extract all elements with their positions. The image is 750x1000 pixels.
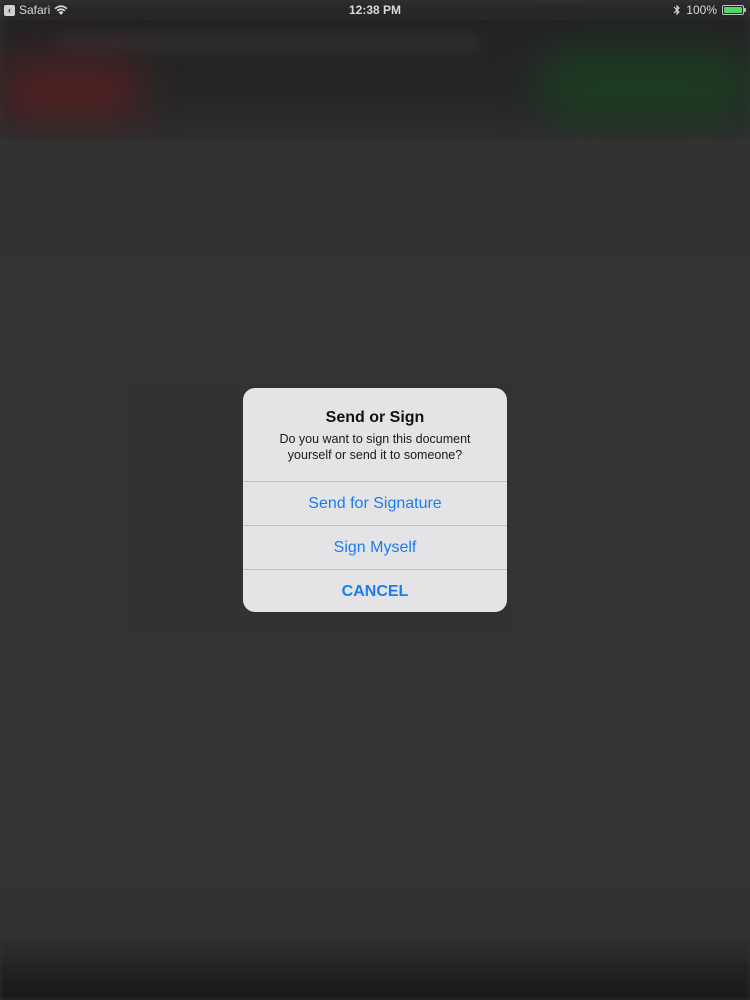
send-for-signature-button[interactable]: Send for Signature <box>243 481 507 525</box>
battery-icon <box>722 5 746 15</box>
status-time: 12:38 PM <box>348 3 402 17</box>
alert-body: Send or Sign Do you want to sign this do… <box>243 388 507 481</box>
alert-title: Send or Sign <box>325 409 425 426</box>
sign-myself-button[interactable]: Sign Myself <box>243 525 507 569</box>
cancel-button[interactable]: CANCEL <box>243 569 507 612</box>
battery-fill <box>724 7 742 13</box>
send-or-sign-alert: Send or Sign Do you want to sign this do… <box>243 388 507 612</box>
status-bar: ‹ Safari 12:38 PM 100% <box>0 0 750 20</box>
battery-percent: 100% <box>686 3 717 17</box>
alert-message: Do you want to sign this document yourse… <box>279 432 471 462</box>
screen: ‹ Safari 12:38 PM 100% Send or Sign Do y… <box>0 0 750 1000</box>
bluetooth-icon <box>673 4 681 16</box>
status-right: 100% <box>673 0 746 20</box>
